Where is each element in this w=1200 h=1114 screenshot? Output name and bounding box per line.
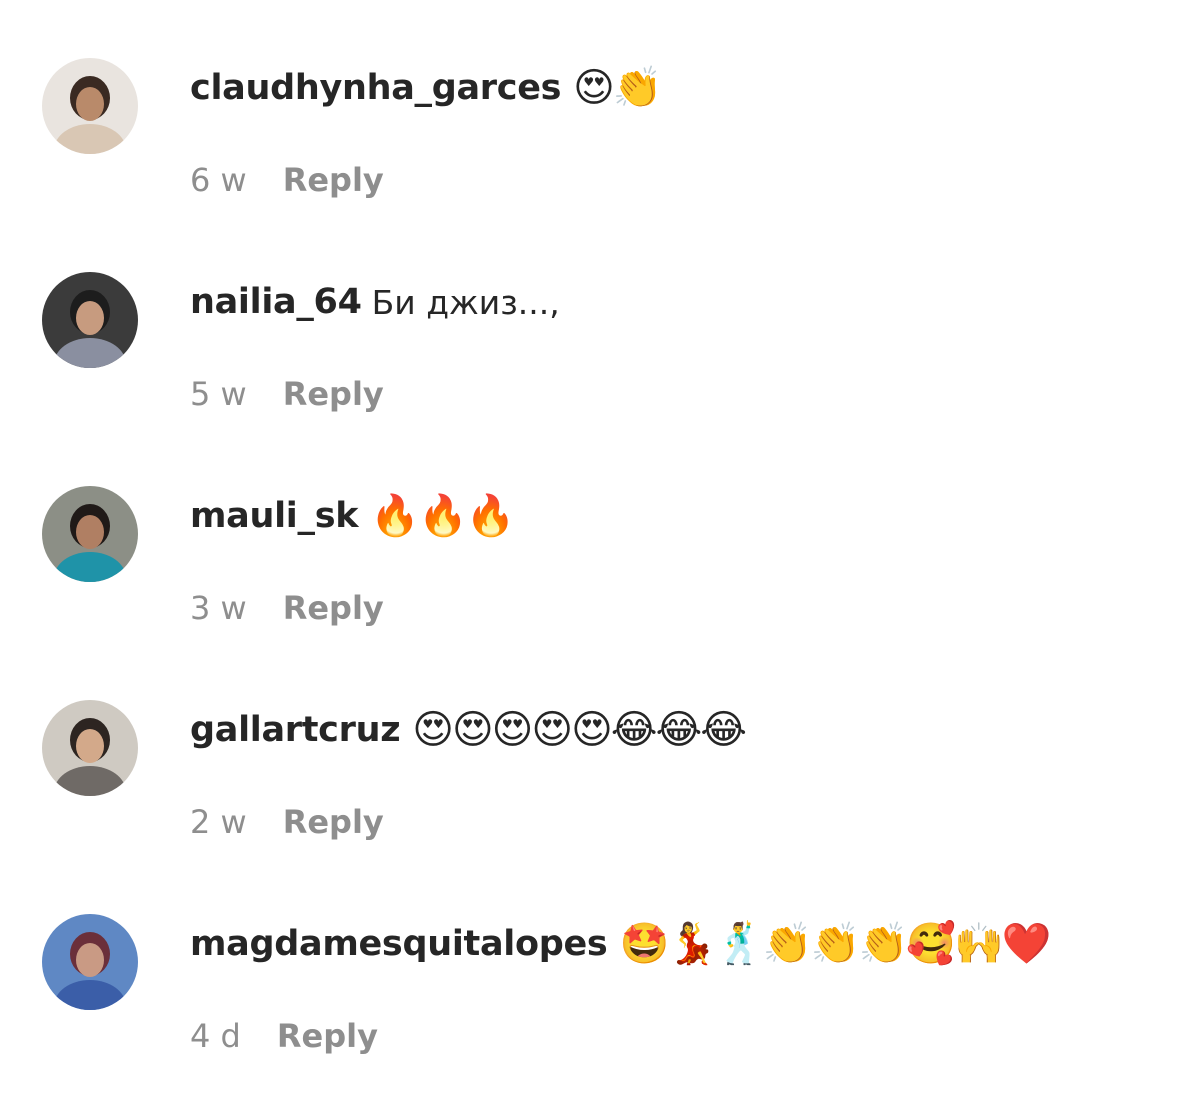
comment-body: nailia_64 Би джиз..., — [190, 278, 560, 326]
comment-text: Би джиз..., — [371, 282, 560, 322]
comment-timestamp[interactable]: 6 w — [190, 161, 247, 199]
avatar-image — [42, 272, 138, 368]
reply-button[interactable]: Reply — [283, 375, 384, 413]
reply-button[interactable]: Reply — [283, 803, 384, 841]
avatar[interactable] — [42, 700, 138, 796]
username-link[interactable]: nailia_64 — [190, 282, 362, 322]
reply-button[interactable]: Reply — [283, 589, 384, 627]
comment-body: gallartcruz 😍😍😍😍😍😂😂😂 — [190, 706, 747, 754]
comment-item: nailia_64 Би джиз..., 5 w Reply — [0, 272, 1200, 472]
comment-meta: 4 d Reply — [190, 1016, 378, 1056]
username-link[interactable]: claudhynha_garces — [190, 68, 561, 108]
reply-button[interactable]: Reply — [277, 1017, 378, 1055]
reply-button[interactable]: Reply — [283, 161, 384, 199]
comment-meta: 3 w Reply — [190, 588, 384, 628]
avatar[interactable] — [42, 914, 138, 1010]
avatar-image — [42, 700, 138, 796]
comment-item: gallartcruz 😍😍😍😍😍😂😂😂 2 w Reply — [0, 700, 1200, 900]
comment-emojis: 🤩💃🕺👏👏👏🥰🙌❤️ — [619, 921, 1051, 967]
comment-body: magdamesquitalopes 🤩💃🕺👏👏👏🥰🙌❤️ — [190, 920, 1052, 968]
comment-item: magdamesquitalopes 🤩💃🕺👏👏👏🥰🙌❤️ 4 d Reply — [0, 914, 1200, 1114]
avatar[interactable] — [42, 486, 138, 582]
comment-meta: 5 w Reply — [190, 374, 384, 414]
username-link[interactable]: magdamesquitalopes — [190, 924, 608, 964]
username-link[interactable]: mauli_sk — [190, 496, 359, 536]
comment-emojis: 😍👏 — [573, 65, 663, 111]
comment-emojis: 😍😍😍😍😍😂😂😂 — [412, 707, 747, 753]
avatar[interactable] — [42, 272, 138, 368]
comment-meta: 2 w Reply — [190, 802, 384, 842]
comment-timestamp[interactable]: 5 w — [190, 375, 247, 413]
comment-timestamp[interactable]: 2 w — [190, 803, 247, 841]
comment-timestamp[interactable]: 4 d — [190, 1017, 241, 1055]
username-link[interactable]: gallartcruz — [190, 710, 401, 750]
avatar[interactable] — [42, 58, 138, 154]
avatar-image — [42, 914, 138, 1010]
comment-item: mauli_sk 🔥🔥🔥 3 w Reply — [0, 486, 1200, 686]
comment-body: mauli_sk 🔥🔥🔥 — [190, 492, 516, 540]
comment-body: claudhynha_garces 😍👏 — [190, 64, 663, 112]
comment-meta: 6 w Reply — [190, 160, 384, 200]
avatar-image — [42, 58, 138, 154]
avatar-image — [42, 486, 138, 582]
comment-item: claudhynha_garces 😍👏 6 w Reply — [0, 58, 1200, 258]
comment-timestamp[interactable]: 3 w — [190, 589, 247, 627]
comment-emojis: 🔥🔥🔥 — [370, 493, 515, 539]
